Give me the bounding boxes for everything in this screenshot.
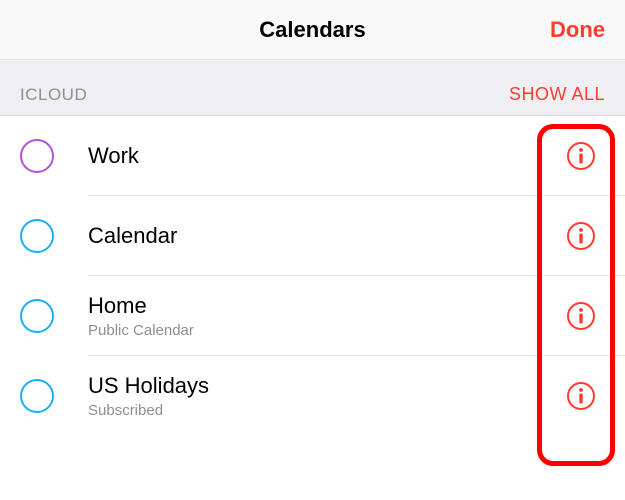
calendar-name: Home: [88, 292, 545, 321]
info-button[interactable]: [565, 300, 597, 332]
show-all-button[interactable]: SHOW ALL: [509, 84, 605, 105]
section-label: ICLOUD: [20, 85, 87, 105]
info-button[interactable]: [565, 220, 597, 252]
selection-circle-icon[interactable]: [20, 139, 54, 173]
header: Calendars Done: [0, 0, 625, 60]
selection-circle-icon[interactable]: [20, 219, 54, 253]
calendar-row-text: Work: [88, 142, 605, 171]
calendar-row-text: Calendar: [88, 222, 605, 251]
info-button[interactable]: [565, 380, 597, 412]
calendar-list: Work Calendar Home Public Calendar: [0, 116, 625, 436]
calendar-row[interactable]: Work: [0, 116, 625, 196]
info-button[interactable]: [565, 140, 597, 172]
info-icon: [566, 141, 596, 171]
section-header: ICLOUD SHOW ALL: [0, 60, 625, 116]
info-icon: [566, 221, 596, 251]
calendar-subtitle: Public Calendar: [88, 321, 545, 341]
done-button[interactable]: Done: [550, 17, 605, 43]
selection-circle-icon[interactable]: [20, 299, 54, 333]
calendar-subtitle: Subscribed: [88, 401, 545, 421]
calendar-name: Work: [88, 142, 545, 171]
calendar-row[interactable]: Home Public Calendar: [0, 276, 625, 356]
page-title: Calendars: [259, 17, 365, 43]
selection-circle-icon[interactable]: [20, 379, 54, 413]
calendar-row-text: Home Public Calendar: [88, 292, 605, 340]
info-icon: [566, 381, 596, 411]
calendar-row[interactable]: Calendar: [0, 196, 625, 276]
calendar-name: Calendar: [88, 222, 545, 251]
calendar-row-text: US Holidays Subscribed: [88, 372, 605, 420]
calendar-row[interactable]: US Holidays Subscribed: [0, 356, 625, 436]
calendar-name: US Holidays: [88, 372, 545, 401]
info-icon: [566, 301, 596, 331]
